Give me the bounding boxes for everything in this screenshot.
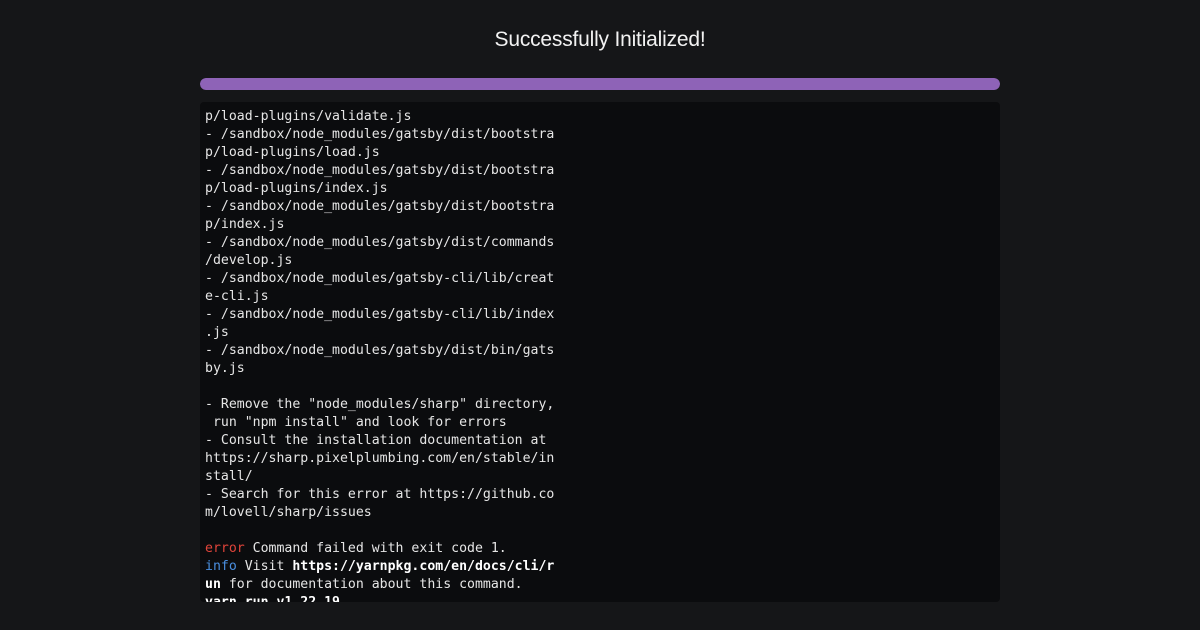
terminal-text: yarn run v1.22.19 [205,595,340,602]
terminal-line: by.js [205,360,565,378]
terminal-text: Visit [236,559,293,574]
terminal-text: Command failed with exit code 1. [244,541,507,556]
terminal-text: - /sandbox/node_modules/gatsby-cli/lib/c… [205,271,555,286]
terminal-line: un for documentation about this command. [205,576,565,594]
terminal-text: for documentation about this command. [220,577,523,592]
terminal-text: - Remove the "node_modules/sharp" direct… [205,397,555,412]
terminal-line: yarn run v1.22.19 [205,594,565,602]
terminal-line: p/index.js [205,216,565,234]
progress-bar [200,78,1000,90]
terminal-text: e-cli.js [205,289,269,304]
progress-bar-fill [200,78,1000,90]
terminal-text: un [205,577,221,592]
terminal-text: m/lovell/sharp/issues [205,505,372,520]
terminal-line: p/load-plugins/load.js [205,144,565,162]
terminal-text: - /sandbox/node_modules/gatsby/dist/boot… [205,163,555,178]
terminal-line: - /sandbox/node_modules/gatsby-cli/lib/i… [205,306,565,324]
terminal-line: info Visit https://yarnpkg.com/en/docs/c… [205,558,565,576]
terminal-line: - Remove the "node_modules/sharp" direct… [205,396,565,414]
terminal-text: p/load-plugins/index.js [205,181,388,196]
terminal-text: p/load-plugins/load.js [205,145,380,160]
terminal-text: /develop.js [205,253,293,268]
terminal-line: e-cli.js [205,288,565,306]
terminal-text: stall/ [205,469,253,484]
terminal-line: p/load-plugins/validate.js [205,108,565,126]
terminal-text: - Search for this error at https://githu… [205,487,555,502]
terminal-text: - /sandbox/node_modules/gatsby/dist/bin/… [205,343,555,358]
terminal-text: - /sandbox/node_modules/gatsby-cli/lib/i… [205,307,555,322]
terminal-line: stall/ [205,468,565,486]
terminal-text: p/index.js [205,217,285,232]
terminal-text: https://yarnpkg.com/en/docs/cli/r [292,559,555,574]
terminal-line: - /sandbox/node_modules/gatsby-cli/lib/c… [205,270,565,288]
terminal-line: - /sandbox/node_modules/gatsby/dist/boot… [205,198,565,216]
terminal-text: .js [205,325,229,340]
terminal-line: - /sandbox/node_modules/gatsby/dist/boot… [205,126,565,144]
page-title: Successfully Initialized! [494,28,706,51]
terminal-text: - Consult the installation documentation… [205,433,547,448]
terminal-line: - /sandbox/node_modules/gatsby/dist/boot… [205,162,565,180]
terminal-line: error Command failed with exit code 1. [205,540,565,558]
terminal-output[interactable]: p/load-plugins/validate.js - /sandbox/nod… [200,102,1000,602]
terminal-line: .js [205,324,565,342]
terminal-line: run "npm install" and look for errors [205,414,565,432]
terminal-text: by.js [205,361,245,376]
terminal-line: - /sandbox/node_modules/gatsby/dist/comm… [205,234,565,252]
terminal-line: /develop.js [205,252,565,270]
terminal-line: - /sandbox/node_modules/gatsby/dist/bin/… [205,342,565,360]
terminal-line: p/load-plugins/index.js [205,180,565,198]
terminal-text: - /sandbox/node_modules/gatsby/dist/comm… [205,235,555,250]
terminal-text: p/load-plugins/validate.js [205,109,412,124]
terminal-text: - /sandbox/node_modules/gatsby/dist/boot… [205,199,555,214]
terminal-line: - Consult the installation documentation… [205,432,565,450]
info-tag: info [205,559,237,574]
terminal-line: - Search for this error at https://githu… [205,486,565,504]
terminal-text: https://sharp.pixelplumbing.com/en/stabl… [205,451,555,466]
terminal-text: run "npm install" and look for errors [205,415,507,430]
terminal-text: - /sandbox/node_modules/gatsby/dist/boot… [205,127,555,142]
terminal-log: p/load-plugins/validate.js - /sandbox/nod… [205,108,565,602]
terminal-line: https://sharp.pixelplumbing.com/en/stabl… [205,450,565,468]
terminal-line: m/lovell/sharp/issues [205,504,565,522]
error-tag: error [205,541,245,556]
